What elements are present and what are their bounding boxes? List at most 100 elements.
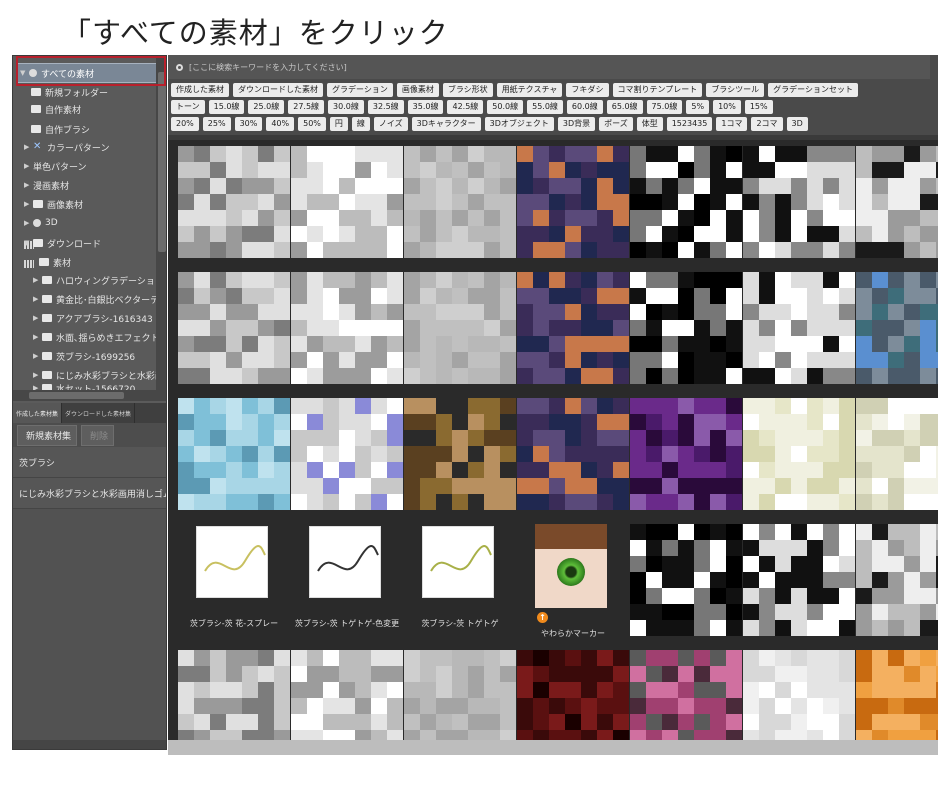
- tag-button[interactable]: 30.0線: [328, 99, 364, 114]
- material-item[interactable]: [176, 650, 292, 740]
- new-material-set-button[interactable]: 新規素材集: [17, 424, 78, 446]
- tree-item-thorn-brush[interactable]: ▶ 茨ブラシ-1699256: [33, 346, 135, 366]
- scroll-thumb[interactable]: [158, 72, 166, 252]
- tag-button[interactable]: 40%: [266, 116, 295, 131]
- tab-created-sets[interactable]: 作成した素材集: [13, 403, 63, 423]
- tree-item-golden-ratio[interactable]: ▶黄金比･白銀比ベクターテン: [33, 289, 156, 309]
- tag-button[interactable]: 15.0線: [208, 99, 245, 114]
- expand-arrow-icon[interactable]: ▶: [24, 181, 33, 189]
- tag-button[interactable]: 30%: [234, 116, 263, 131]
- expand-arrow-icon[interactable]: ▶: [24, 200, 33, 208]
- material-item[interactable]: [289, 146, 405, 270]
- tag-button[interactable]: 体型: [636, 116, 663, 131]
- tag-button[interactable]: フキダシ: [566, 82, 609, 97]
- expand-arrow-icon[interactable]: ▶: [24, 162, 33, 170]
- material-item[interactable]: [854, 524, 938, 648]
- tag-button[interactable]: 75.0線: [646, 99, 683, 114]
- expand-arrow-icon[interactable]: ▶: [24, 143, 33, 151]
- tree-item-material[interactable]: 素材: [39, 252, 71, 272]
- material-item[interactable]: [628, 146, 744, 270]
- tag-button[interactable]: グラデーション: [327, 82, 393, 97]
- tag-button[interactable]: 3D背景: [557, 116, 596, 131]
- material-item[interactable]: [289, 650, 405, 740]
- search-bar[interactable]: [ここに検索キーワードを入力してください]: [168, 55, 930, 79]
- material-item[interactable]: [854, 146, 938, 270]
- tree-item-my-materials[interactable]: 自作素材: [31, 99, 81, 119]
- tag-button[interactable]: ブラシ形状: [442, 82, 493, 97]
- tag-button[interactable]: 3Dキャラクター: [411, 116, 481, 131]
- tag-button[interactable]: トーン: [171, 99, 205, 114]
- tag-button[interactable]: 50%: [298, 116, 326, 131]
- material-item[interactable]: [741, 524, 857, 648]
- list-horizontal-scrollbar[interactable]: [13, 740, 166, 749]
- tag-scrollbar[interactable]: [930, 55, 938, 135]
- material-item[interactable]: [515, 650, 631, 740]
- tag-button[interactable]: 2コマ: [751, 116, 783, 131]
- tag-button[interactable]: ポーズ: [599, 116, 633, 131]
- tag-button[interactable]: 線: [351, 116, 370, 131]
- tag-button[interactable]: 円: [329, 116, 348, 131]
- material-item[interactable]: [854, 650, 938, 740]
- material-item[interactable]: [628, 272, 744, 396]
- material-item[interactable]: [741, 398, 857, 522]
- material-item[interactable]: [176, 398, 292, 522]
- material-item[interactable]: 茨ブラシ-茨 トゲトゲ: [402, 524, 518, 648]
- material-item[interactable]: [176, 146, 292, 270]
- material-item[interactable]: [289, 398, 405, 522]
- material-item[interactable]: [741, 146, 857, 270]
- tag-button[interactable]: 作成した素材: [171, 82, 229, 97]
- list-item[interactable]: 茨ブラシ: [13, 447, 166, 478]
- tag-button[interactable]: グラデーションセット: [768, 82, 858, 97]
- tag-button[interactable]: 65.0線: [606, 99, 643, 114]
- tag-button[interactable]: 1523435: [666, 116, 713, 131]
- tree-horizontal-scrollbar[interactable]: [13, 390, 156, 401]
- tree-item-image[interactable]: ▶ 画像素材: [24, 194, 83, 214]
- tag-button[interactable]: 60.0線: [566, 99, 603, 114]
- tag-button[interactable]: 3D: [786, 116, 808, 131]
- material-item[interactable]: [515, 146, 631, 270]
- material-item[interactable]: [628, 650, 744, 740]
- tree-item-aqua-brush[interactable]: ▶ アクアブラシ-1616343: [33, 308, 153, 328]
- material-item[interactable]: [402, 272, 518, 396]
- material-item[interactable]: [515, 398, 631, 522]
- list-item[interactable]: にじみ水彩ブラシと水彩画用消しゴム: [13, 478, 166, 509]
- tag-button[interactable]: 15%: [744, 99, 773, 114]
- tree-item-3d[interactable]: ▶ 3D: [24, 213, 58, 233]
- tag-button[interactable]: 10%: [713, 99, 741, 114]
- material-item[interactable]: [176, 272, 292, 396]
- tab-downloaded-sets[interactable]: ダウンロードした素材集: [62, 403, 136, 423]
- expand-arrow-icon[interactable]: ▶: [33, 276, 42, 284]
- material-item[interactable]: [515, 272, 631, 396]
- tag-button[interactable]: 42.5線: [447, 99, 484, 114]
- tag-button[interactable]: ノイズ: [373, 116, 408, 131]
- material-item[interactable]: ↑ やわらかマーカー: [515, 524, 631, 648]
- material-item[interactable]: [402, 146, 518, 270]
- tree-item-manga[interactable]: ▶ 漫画素材: [24, 175, 69, 268]
- expand-arrow-icon[interactable]: ▶: [33, 352, 42, 360]
- expand-arrow-icon[interactable]: ▼: [24, 239, 33, 247]
- material-item[interactable]: [741, 272, 857, 396]
- tree-item-my-brushes[interactable]: 自作ブラシ: [31, 119, 90, 139]
- tag-button[interactable]: ブラシツール: [706, 82, 765, 97]
- tag-button[interactable]: 1コマ: [716, 116, 748, 131]
- tag-button[interactable]: 50.0線: [487, 99, 524, 114]
- material-item[interactable]: [854, 272, 938, 396]
- tree-item-color-pattern[interactable]: ▶ ✕ カラーパターン: [24, 137, 109, 157]
- tree-item-water-effect[interactable]: ▶水面､揺らめきエフェクト-15: [33, 327, 156, 347]
- material-item[interactable]: [289, 272, 405, 396]
- tag-button[interactable]: 用紙テクスチャ: [496, 82, 563, 97]
- material-item[interactable]: [628, 398, 744, 522]
- material-item[interactable]: [854, 398, 938, 522]
- tree-item-mono-pattern[interactable]: ▶ 単色パターン: [24, 156, 87, 249]
- tree-item-halloween-gradient[interactable]: ▶ハロウィングラデーションマップ: [33, 270, 156, 290]
- scroll-thumb[interactable]: [29, 392, 124, 399]
- tree-vertical-scrollbar[interactable]: [156, 56, 166, 401]
- tag-button[interactable]: 3Dオブジェクト: [484, 116, 554, 131]
- tag-button[interactable]: 27.5線: [288, 99, 325, 114]
- tag-button[interactable]: 35.0線: [407, 99, 444, 114]
- tag-button[interactable]: 25%: [202, 116, 231, 131]
- tag-button[interactable]: コマ割りテンプレート: [612, 82, 703, 97]
- delete-button[interactable]: 削除: [81, 424, 115, 446]
- material-item[interactable]: [741, 650, 857, 740]
- expand-arrow-icon[interactable]: ▶: [33, 371, 42, 379]
